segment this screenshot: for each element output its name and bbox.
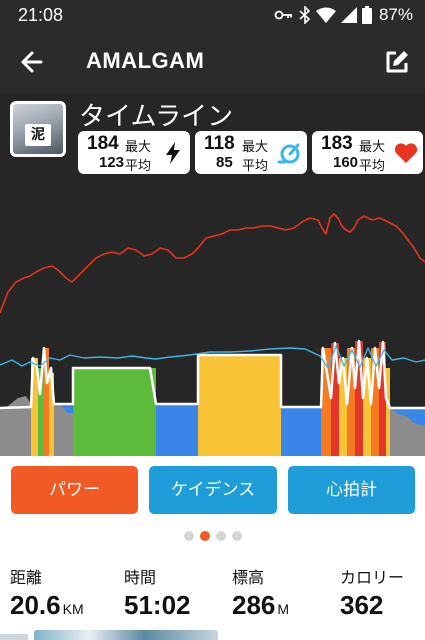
key-icon <box>274 10 292 20</box>
avatar[interactable]: 泥 <box>10 101 66 157</box>
cadence-avg-label: 平均 <box>242 159 269 174</box>
back-button[interactable] <box>14 44 50 80</box>
elevation-metric: 標高 286 M <box>232 564 289 621</box>
tab-cadence[interactable]: ケイデンス <box>149 466 277 514</box>
page-dot[interactable] <box>231 531 242 541</box>
page-dot[interactable] <box>183 531 194 541</box>
status-bar: 21:08 87% <box>0 0 425 30</box>
distance-value: 20.6 <box>10 590 61 620</box>
app-title: AMALGAM <box>86 48 205 73</box>
battery-icon <box>361 6 372 24</box>
calories-value-wrap: 362 <box>340 590 404 621</box>
power-max-value: 184 <box>87 133 119 154</box>
status-time: 21:08 <box>18 5 64 25</box>
calories-value: 362 <box>340 590 384 620</box>
elevation-unit: M <box>277 601 290 617</box>
lightning-bolt-icon <box>166 142 180 164</box>
zone-bar <box>363 358 371 456</box>
tab-heart-rate[interactable]: 心拍計 <box>288 466 415 514</box>
time-label: 時間 <box>124 568 157 587</box>
page-dot-active[interactable] <box>199 531 210 541</box>
zone-bar <box>281 407 321 456</box>
elevation-label: 標高 <box>232 568 265 587</box>
heart-icon <box>394 143 418 163</box>
elevation-value: 286 <box>232 590 276 620</box>
zone-bar <box>73 368 156 456</box>
avatar-bib: 泥 <box>25 124 51 146</box>
wifi-icon <box>315 7 336 23</box>
tab-power[interactable]: パワー <box>11 466 138 514</box>
heart-avg-value: 160 <box>333 154 359 171</box>
cadence-gauge-icon <box>277 143 300 164</box>
timeline-chart[interactable] <box>0 208 425 456</box>
activity-panel: 泥 タイムライン 184 最大 123 平均 118 最大 85 平均 183 … <box>0 94 425 456</box>
heart-max-label: 最大 <box>359 140 386 155</box>
time-value: 51:02 <box>124 590 191 620</box>
distance-label: 距離 <box>10 568 43 587</box>
time-value-wrap: 51:02 <box>124 590 191 621</box>
edit-icon <box>386 51 408 73</box>
heart-max-value: 183 <box>321 133 353 154</box>
time-metric: 時間 51:02 <box>124 564 191 621</box>
distance-value-wrap: 20.6 KM <box>10 590 84 621</box>
app-bar: AMALGAM <box>0 30 425 94</box>
zone-bar <box>198 355 281 456</box>
power-stat-card: 184 最大 123 平均 <box>78 131 190 174</box>
photo-thumbnail[interactable] <box>34 630 218 640</box>
zone-bar <box>156 404 198 456</box>
calories-label: カロリー <box>340 568 405 587</box>
power-avg-value: 123 <box>99 154 125 171</box>
bluetooth-icon <box>299 6 311 24</box>
page-indicator <box>0 531 425 543</box>
cadence-max-value: 118 <box>204 133 235 154</box>
heart-rate-line <box>0 213 425 314</box>
status-icons: 87% <box>274 3 413 27</box>
cadence-avg-value: 85 <box>216 154 233 171</box>
edit-button[interactable] <box>379 44 415 80</box>
timeline-title: タイムライン <box>79 102 234 132</box>
cadence-max-label: 最大 <box>242 140 269 155</box>
distance-unit: KM <box>62 601 84 617</box>
calories-metric: カロリー 362 <box>340 564 404 621</box>
back-arrow-icon <box>21 51 43 73</box>
power-avg-label: 平均 <box>125 159 152 174</box>
elevation-value-wrap: 286 M <box>232 590 289 621</box>
battery-percent: 87% <box>378 5 413 24</box>
signal-icon <box>340 7 357 23</box>
cadence-stat-card: 118 最大 85 平均 <box>195 131 307 174</box>
distance-metric: 距離 20.6 KM <box>10 564 84 621</box>
heart-avg-label: 平均 <box>359 159 386 174</box>
heart-rate-stat-card: 183 最大 160 平均 <box>312 131 423 174</box>
photo-thumbnail[interactable] <box>0 634 28 640</box>
page-dot[interactable] <box>215 531 226 541</box>
power-max-label: 最大 <box>125 140 152 155</box>
zone-bar <box>386 368 390 456</box>
